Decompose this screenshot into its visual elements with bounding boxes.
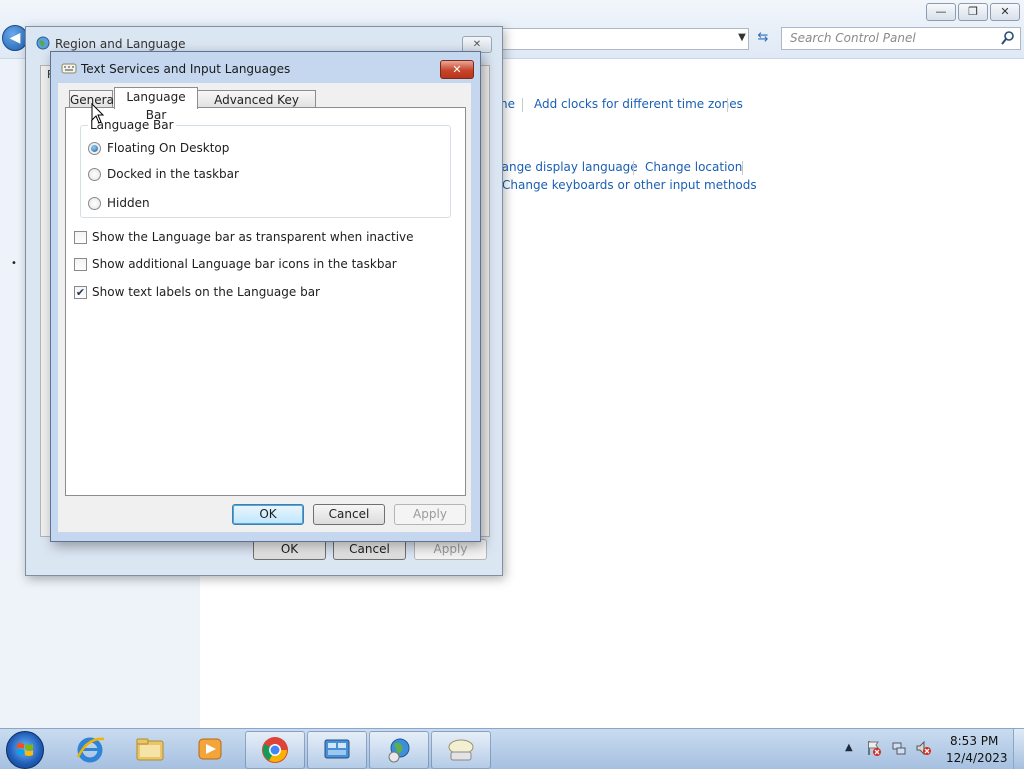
windows-logo-icon xyxy=(17,743,33,756)
start-button[interactable] xyxy=(6,731,44,769)
chrome-icon xyxy=(262,737,288,763)
clock-time[interactable]: 8:53 PM xyxy=(950,734,998,748)
mouse-cursor-icon xyxy=(91,103,105,124)
dialog-title: Text Services and Input Languages xyxy=(81,62,291,76)
action-center-icon[interactable] xyxy=(866,740,882,756)
ok-button[interactable]: OK xyxy=(232,504,304,525)
checkbox-label: Show additional Language bar icons in th… xyxy=(92,257,397,271)
media-player-icon[interactable] xyxy=(194,733,226,765)
checkbox[interactable] xyxy=(74,230,87,244)
link-change-location[interactable]: Change location xyxy=(645,160,742,174)
link-separator xyxy=(742,161,743,175)
checkbox-label: Show text labels on the Language bar xyxy=(92,285,320,299)
address-dropdown-icon[interactable]: ▼ xyxy=(735,28,749,48)
close-button[interactable]: ✕ xyxy=(990,3,1020,21)
radio-docked[interactable]: Docked in the taskbar xyxy=(88,167,239,181)
radio-label: Hidden xyxy=(107,196,150,210)
globe-icon xyxy=(36,36,50,50)
checkbox-label: Show the Language bar as transparent whe… xyxy=(92,230,414,244)
radio-button[interactable] xyxy=(88,141,101,155)
link-change-display-language[interactable]: hange display language xyxy=(494,160,638,174)
radio-label: Floating On Desktop xyxy=(107,141,230,155)
cancel-button[interactable]: Cancel xyxy=(313,504,385,525)
tab-language-bar[interactable]: Language Bar xyxy=(114,87,198,122)
close-button[interactable]: ✕ xyxy=(440,60,474,79)
internet-explorer-icon[interactable] xyxy=(74,733,106,765)
volume-muted-icon[interactable] xyxy=(915,740,931,756)
clock-date[interactable]: 12/4/2023 xyxy=(946,751,1008,765)
checkbox[interactable]: ✔ xyxy=(74,285,87,299)
taskbar-chrome[interactable] xyxy=(245,731,305,769)
text-services-icon xyxy=(448,739,474,761)
checkbox[interactable] xyxy=(74,257,87,271)
dialog-title: Region and Language xyxy=(55,37,186,51)
refresh-icon[interactable]: ⇆ xyxy=(752,28,774,48)
checkbox-text-labels[interactable]: ✔ Show text labels on the Language bar xyxy=(74,285,320,299)
restore-button[interactable]: ❐ xyxy=(958,3,988,21)
radio-label: Docked in the taskbar xyxy=(107,167,239,181)
search-placeholder: Search Control Panel xyxy=(790,31,916,45)
taskbar-control-panel[interactable] xyxy=(307,731,367,769)
radio-button[interactable] xyxy=(88,196,101,210)
file-explorer-icon[interactable] xyxy=(134,733,166,765)
text-services-dialog: Text Services and Input Languages ✕ Gene… xyxy=(50,51,481,542)
apply-button[interactable]: Apply xyxy=(394,504,466,525)
keyboard-icon xyxy=(61,63,77,74)
radio-hidden[interactable]: Hidden xyxy=(88,196,150,210)
taskbar-region-language[interactable] xyxy=(369,731,429,769)
network-icon[interactable] xyxy=(891,740,907,756)
ok-button[interactable]: OK xyxy=(253,539,326,560)
link-change-keyboards[interactable]: Change keyboards or other input methods xyxy=(502,178,757,192)
checkbox-transparent[interactable]: Show the Language bar as transparent whe… xyxy=(74,230,414,244)
dialog-client: General Language Bar Advanced Key Settin… xyxy=(58,83,471,532)
link-add-clocks[interactable]: Add clocks for different time zones xyxy=(534,97,743,111)
apply-button[interactable]: Apply xyxy=(414,539,487,560)
tray-expand-icon[interactable]: ▲ xyxy=(845,742,853,753)
minimize-button[interactable]: — xyxy=(926,3,956,21)
search-icon[interactable] xyxy=(1000,30,1016,46)
address-bar[interactable] xyxy=(500,28,749,50)
show-desktop-button[interactable] xyxy=(1013,729,1024,769)
link-separator xyxy=(633,161,634,175)
taskbar: ▲ 8:53 PM 12/4/2023 xyxy=(0,728,1024,769)
cancel-button[interactable]: Cancel xyxy=(333,539,406,560)
sidebar-bullet: • xyxy=(11,258,17,269)
tab-panel: Language Bar Floating On Desktop Docked … xyxy=(65,107,466,496)
link-separator xyxy=(522,98,523,112)
checkbox-additional-icons[interactable]: Show additional Language bar icons in th… xyxy=(74,257,397,271)
radio-button[interactable] xyxy=(88,167,101,181)
control-panel-icon xyxy=(324,739,350,759)
radio-floating[interactable]: Floating On Desktop xyxy=(88,141,229,155)
search-input[interactable]: Search Control Panel xyxy=(781,27,1021,50)
region-language-icon xyxy=(388,738,410,763)
link-separator xyxy=(727,98,728,112)
taskbar-text-services[interactable] xyxy=(431,731,491,769)
